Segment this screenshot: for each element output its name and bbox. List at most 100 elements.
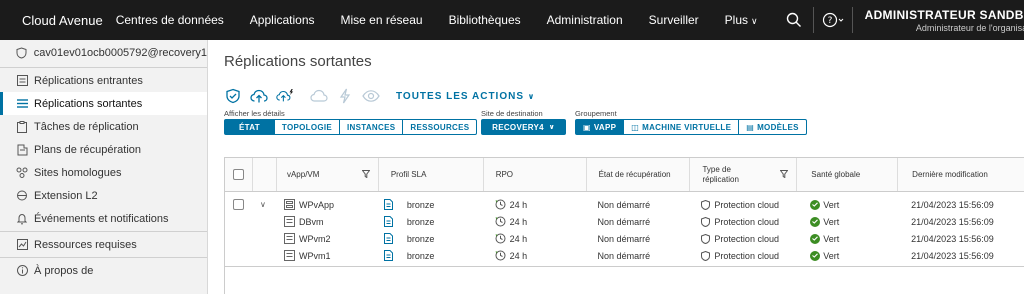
nav-libraries[interactable]: Bibliothèques: [436, 13, 534, 27]
all-actions-dropdown[interactable]: TOUTES LES ACTIONS ∨: [396, 91, 535, 102]
vm-icon: ◫: [631, 122, 640, 132]
table-row[interactable]: DBvm bronze 24 h Non démarré Protection …: [225, 213, 1024, 230]
cloud-lightning-icon[interactable]: [276, 87, 294, 105]
help-icon[interactable]: ?: [818, 0, 848, 40]
col-sla-profile[interactable]: Profil SLA: [377, 158, 483, 191]
type-value: Protection cloud: [714, 250, 779, 261]
rpo-cell: 24 h: [483, 196, 586, 213]
info-icon: [16, 265, 28, 277]
vm-name-cell: WPvm2: [276, 230, 378, 247]
nav-networking[interactable]: Mise en réseau: [328, 13, 436, 27]
row-select-cell: [225, 196, 252, 213]
col-rpo-label: RPO: [495, 170, 514, 179]
sidebar-item-label: Plans de récupération: [34, 143, 142, 156]
col-rpo[interactable]: RPO: [482, 158, 586, 191]
col-last-modified[interactable]: Dernière modification: [897, 158, 1024, 191]
nav-administration[interactable]: Administration: [534, 13, 636, 27]
svg-text:?: ?: [827, 16, 832, 26]
nav-monitor[interactable]: Surveiller: [636, 13, 712, 27]
tab-topology[interactable]: TOPOLOGIE: [274, 119, 341, 135]
group-vapp[interactable]: ▣ VAPP: [575, 119, 625, 135]
clock-icon: [495, 250, 506, 261]
group-vm[interactable]: ◫ MACHINE VIRTUELLE: [624, 119, 740, 135]
select-all-cell: [225, 158, 252, 191]
col-last-modified-label: Dernière modification: [912, 170, 988, 179]
user-menu[interactable]: ADMINISTRATEUR SANDBOX Administrateur de…: [865, 8, 1024, 33]
chevron-down-icon[interactable]: ∨: [260, 200, 266, 209]
health-value: Vert: [823, 199, 840, 210]
select-all-checkbox[interactable]: [233, 169, 244, 180]
row-select-cell: [225, 247, 252, 264]
table-row[interactable]: ∨ WPvApp bronze 24 h Non démarré Protect…: [225, 196, 1024, 213]
nav-datacenters[interactable]: Centres de données: [103, 13, 237, 27]
protect-icon[interactable]: [224, 87, 242, 105]
vm-name-cell: WPvm1: [276, 247, 378, 264]
expand-header-cell: [251, 158, 276, 191]
col-recovery-state[interactable]: État de récupération: [585, 158, 690, 191]
sidebar-item-events[interactable]: Événements et notifications: [0, 207, 207, 230]
sidebar-item-incoming-replications[interactable]: Réplications entrantes: [0, 69, 207, 92]
sidebar-item-about[interactable]: À propos de: [0, 259, 207, 282]
document-icon: [383, 199, 393, 210]
tab-resources[interactable]: RESSOURCES: [403, 119, 478, 135]
sidebar-item-required-resources[interactable]: Ressources requises: [0, 233, 207, 256]
state-cell: Non démarré: [597, 216, 651, 227]
check-circle-icon: [810, 216, 821, 227]
nav-more[interactable]: Plus ∨: [712, 13, 771, 27]
user-role: Administrateur de l'organisation: [915, 22, 1024, 33]
type-cell: Protection cloud: [689, 213, 796, 230]
col-overall-health[interactable]: Santé globale: [796, 158, 897, 191]
search-icon[interactable]: [779, 0, 809, 40]
shield-icon: [16, 47, 28, 59]
details-segment: ÉTAT TOPOLOGIE INSTANCES RESSOURCES: [224, 119, 478, 135]
modified-cell: 21/04/2023 15:56:09: [911, 199, 994, 210]
main-nav: Centres de données Applications Mise en …: [103, 0, 771, 40]
grouping-label: Groupement: [575, 109, 617, 118]
header-divider: [812, 7, 814, 33]
state-cell: Non démarré: [597, 250, 651, 261]
modified-cell: 21/04/2023 15:56:09: [911, 233, 994, 244]
sidebar-item-recovery-plans[interactable]: Plans de récupération: [0, 138, 207, 161]
nav-applications[interactable]: Applications: [237, 13, 328, 27]
sidebar-item-label: cav01ev01ocb0005792@recovery1: [33, 47, 207, 59]
list-icon: [16, 98, 28, 110]
filter-icon[interactable]: [779, 170, 789, 181]
col-replication-type[interactable]: Type de réplication: [689, 158, 796, 191]
sidebar: cav01ev01ocb0005792@recovery1 Réplicatio…: [0, 40, 208, 294]
chevron-down-icon: ∨: [548, 124, 555, 131]
sidebar-item-l2-extension[interactable]: Extension L2: [0, 184, 207, 207]
destination-site-select[interactable]: RECOVERY4 ∨: [481, 119, 566, 135]
shield-icon: [701, 216, 711, 227]
sla-cell: bronze: [378, 230, 483, 247]
row-checkbox[interactable]: [233, 199, 244, 210]
sidebar-item-site[interactable]: cav01ev01ocb0005792@recovery1: [0, 40, 207, 66]
clipboard-icon: [16, 120, 28, 133]
tab-status[interactable]: ÉTAT: [224, 119, 275, 135]
eye-icon: [362, 87, 380, 105]
sidebar-divider: [0, 231, 207, 232]
sidebar-divider: [0, 67, 207, 68]
sidebar-item-peer-sites[interactable]: Sites homologues: [0, 161, 207, 184]
sidebar-item-label: Réplications sortantes: [34, 97, 143, 110]
sidebar-item-replication-tasks[interactable]: Tâches de réplication: [0, 115, 207, 138]
health-value: Vert: [823, 233, 840, 244]
shield-icon: [701, 233, 711, 244]
table-row[interactable]: WPvm1 bronze 24 h Non démarré Protection…: [225, 247, 1024, 264]
nav-more-label: Plus: [724, 13, 749, 27]
col-replication-type-label: Type de réplication: [702, 164, 739, 184]
sla-cell: bronze: [378, 213, 483, 230]
tab-instances[interactable]: INSTANCES: [340, 119, 404, 135]
filter-icon[interactable]: [361, 170, 371, 180]
action-toolbar: TOUTES LES ACTIONS ∨: [224, 85, 535, 107]
document-icon: [383, 233, 393, 244]
cloud-upload-icon[interactable]: [250, 87, 268, 105]
header-divider: [851, 7, 853, 33]
header-icons: ?: [779, 0, 857, 40]
group-templates[interactable]: ▤ MODÈLES: [739, 119, 807, 135]
app-title[interactable]: Cloud Avenue: [22, 13, 103, 28]
sla-cell: bronze: [378, 247, 483, 264]
table-row[interactable]: WPvm2 bronze 24 h Non démarré Protection…: [225, 230, 1024, 247]
sidebar-item-outgoing-replications[interactable]: Réplications sortantes: [0, 92, 207, 115]
sidebar-item-label: À propos de: [34, 264, 94, 277]
col-vapp-vm[interactable]: vApp/VM: [275, 158, 378, 191]
